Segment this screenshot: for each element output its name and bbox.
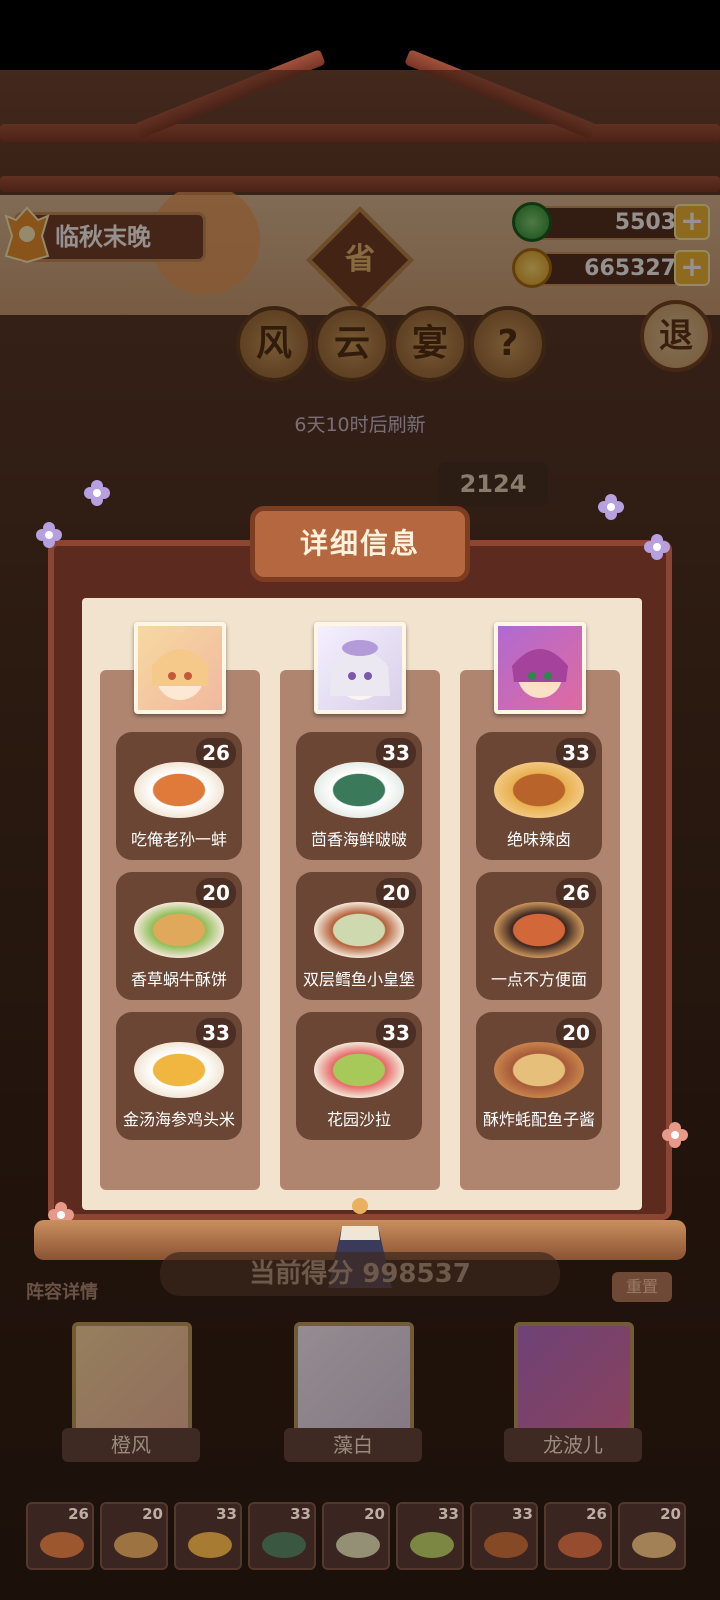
dish-slot[interactable]: 26 (26, 1502, 94, 1570)
slot-level: 33 (512, 1505, 533, 1523)
status-bar (0, 0, 720, 70)
dish-slot[interactable]: 20 (100, 1502, 168, 1570)
dish-level: 20 (376, 878, 416, 908)
dish-image (494, 762, 584, 818)
dish-icon (114, 1532, 158, 1558)
dish-image (314, 1042, 404, 1098)
hero-portrait-chengfeng[interactable] (134, 622, 226, 714)
hero-card-zaobai[interactable] (294, 1322, 414, 1440)
dish-image (314, 902, 404, 958)
dish-name: 双层鳕鱼小皇堡 (302, 970, 415, 989)
current-score: 当前得分 998537 (160, 1252, 560, 1296)
dish-image (494, 902, 584, 958)
slot-level: 33 (438, 1505, 459, 1523)
flower-icon (36, 522, 62, 548)
dish-card[interactable]: 33 绝味辣卤 (476, 732, 602, 860)
slot-level: 26 (586, 1505, 607, 1523)
dish-slot[interactable]: 33 (396, 1502, 464, 1570)
flower-icon (84, 480, 110, 506)
dish-card[interactable]: 33 花园沙拉 (296, 1012, 422, 1140)
slot-level: 26 (68, 1505, 89, 1523)
dish-level: 20 (196, 878, 236, 908)
flower-icon (662, 1122, 688, 1148)
hero-name-zaobai: 藻白 (284, 1428, 422, 1462)
dish-level: 20 (556, 1018, 596, 1048)
hero-portrait-zaobai[interactable] (314, 622, 406, 714)
dish-icon (262, 1532, 306, 1558)
dish-name: 花园沙拉 (326, 1110, 391, 1129)
dish-card[interactable]: 20 香草蜗牛酥饼 (116, 872, 242, 1000)
dish-name: 吃俺老孙一蚌 (130, 830, 227, 849)
slot-level: 33 (290, 1505, 311, 1523)
panel-title: 详细信息 (250, 506, 470, 582)
dish-image (134, 762, 224, 818)
flower-icon (598, 494, 624, 520)
lineup-details-label: 阵容详情 (26, 1282, 98, 1303)
reset-button[interactable]: 重置 (612, 1272, 672, 1302)
dish-icon (188, 1532, 232, 1558)
dish-icon (632, 1532, 676, 1558)
dish-image (494, 1042, 584, 1098)
dish-slot[interactable]: 26 (544, 1502, 612, 1570)
dish-level: 33 (196, 1018, 236, 1048)
dish-level: 33 (556, 738, 596, 768)
dish-slot[interactable]: 33 (174, 1502, 242, 1570)
dish-level: 33 (376, 1018, 416, 1048)
dish-level: 26 (196, 738, 236, 768)
dish-card[interactable]: 33 金汤海参鸡头米 (116, 1012, 242, 1140)
slot-level: 33 (216, 1505, 237, 1523)
dish-name: 茴香海鲜啵啵 (310, 830, 407, 849)
hero-portrait-longboer[interactable] (494, 622, 586, 714)
dish-icon (40, 1532, 84, 1558)
dish-icon (410, 1532, 454, 1558)
dish-icon (336, 1532, 380, 1558)
slot-level: 20 (660, 1505, 681, 1523)
dish-image (134, 902, 224, 958)
flower-icon (644, 534, 670, 560)
dish-card[interactable]: 26 一点不方便面 (476, 872, 602, 1000)
dish-slot[interactable]: 33 (248, 1502, 316, 1570)
dish-card[interactable]: 33 茴香海鲜啵啵 (296, 732, 422, 860)
dish-name: 绝味辣卤 (506, 830, 571, 849)
hero-name-longboer: 龙波儿 (504, 1428, 642, 1462)
dish-name: 香草蜗牛酥饼 (130, 970, 227, 989)
dish-level: 26 (556, 878, 596, 908)
dish-image (314, 762, 404, 818)
slot-level: 20 (364, 1505, 385, 1523)
dish-image (134, 1042, 224, 1098)
dish-slot[interactable]: 20 (322, 1502, 390, 1570)
slot-level: 20 (142, 1505, 163, 1523)
hero-name-chengfeng: 橙风 (62, 1428, 200, 1462)
hero-card-chengfeng[interactable] (72, 1322, 192, 1440)
dish-level: 33 (376, 738, 416, 768)
dish-icon (558, 1532, 602, 1558)
dish-name: 一点不方便面 (490, 970, 587, 989)
dish-card[interactable]: 20 双层鳕鱼小皇堡 (296, 872, 422, 1000)
dish-card[interactable]: 26 吃俺老孙一蚌 (116, 732, 242, 860)
hero-card-longboer[interactable] (514, 1322, 634, 1440)
dish-name: 金汤海参鸡头米 (122, 1110, 235, 1129)
dish-slot[interactable]: 20 (618, 1502, 686, 1570)
dish-icon (484, 1532, 528, 1558)
dish-slot[interactable]: 33 (470, 1502, 538, 1570)
dish-name: 酥炸蚝配鱼子酱 (482, 1110, 595, 1129)
dish-card[interactable]: 20 酥炸蚝配鱼子酱 (476, 1012, 602, 1140)
